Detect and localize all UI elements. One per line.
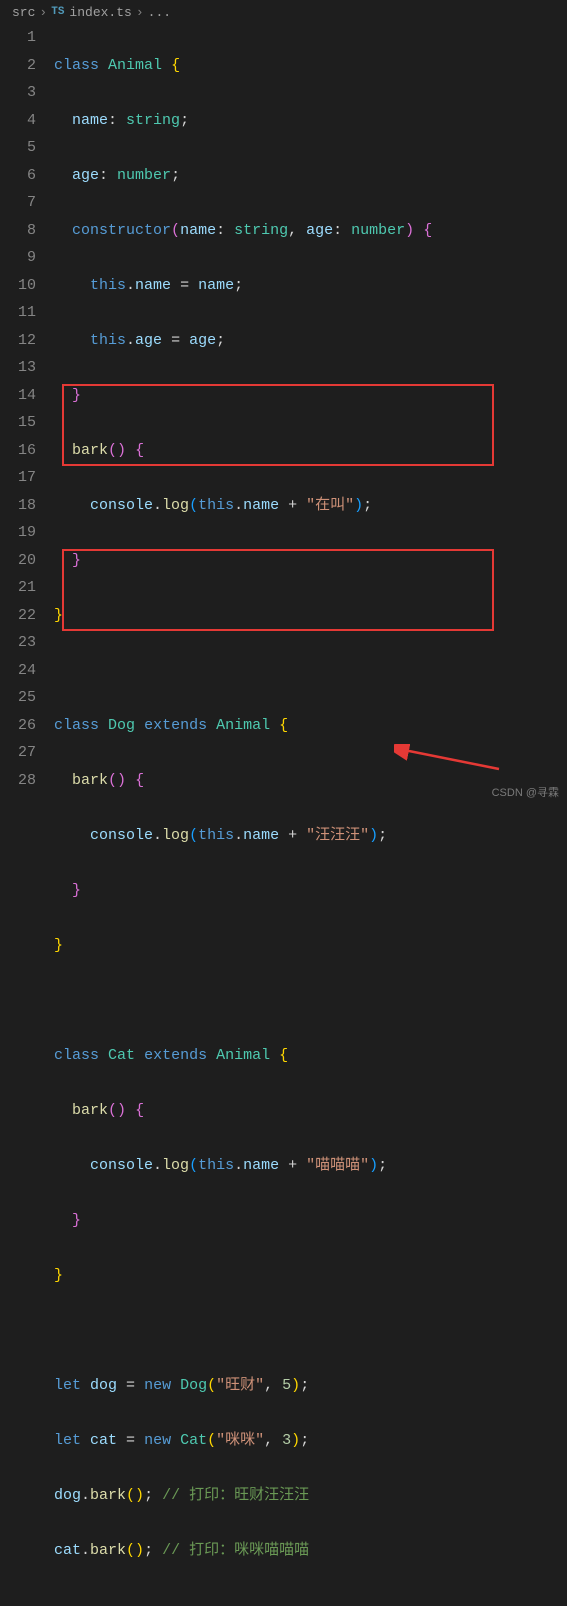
line-number: 5 — [12, 134, 36, 162]
line-number: 27 — [12, 739, 36, 767]
code-line[interactable]: name: string; — [54, 107, 567, 135]
code-line[interactable]: this.name = name; — [54, 272, 567, 300]
line-number: 17 — [12, 464, 36, 492]
code-line[interactable]: class Cat extends Animal { — [54, 1042, 567, 1070]
line-number: 13 — [12, 354, 36, 382]
code-content[interactable]: class Animal { name: string; age: number… — [54, 24, 567, 1606]
chevron-right-icon: › — [136, 5, 144, 20]
line-number: 4 — [12, 107, 36, 135]
code-line[interactable]: this.age = age; — [54, 327, 567, 355]
line-number: 3 — [12, 79, 36, 107]
line-number: 19 — [12, 519, 36, 547]
code-line[interactable]: } — [54, 1262, 567, 1290]
code-line[interactable]: } — [54, 932, 567, 960]
code-line[interactable]: bark() { — [54, 1097, 567, 1125]
breadcrumb-ellipsis[interactable]: ... — [148, 5, 171, 20]
code-line[interactable]: dog.bark(); // 打印：旺财汪汪汪 — [54, 1482, 567, 1510]
line-number: 15 — [12, 409, 36, 437]
line-number: 9 — [12, 244, 36, 272]
code-line[interactable]: bark() { — [54, 767, 567, 795]
code-line[interactable] — [54, 987, 567, 1015]
code-line[interactable]: bark() { — [54, 437, 567, 465]
breadcrumb-folder[interactable]: src — [12, 5, 35, 20]
line-number: 20 — [12, 547, 36, 575]
breadcrumb-file[interactable]: index.ts — [69, 5, 131, 20]
code-line[interactable]: let cat = new Cat("咪咪", 3); — [54, 1427, 567, 1455]
line-number: 7 — [12, 189, 36, 217]
line-number: 11 — [12, 299, 36, 327]
code-line[interactable] — [54, 657, 567, 685]
line-number: 6 — [12, 162, 36, 190]
code-line[interactable]: class Dog extends Animal { — [54, 712, 567, 740]
line-number: 16 — [12, 437, 36, 465]
line-number: 28 — [12, 767, 36, 795]
code-line[interactable]: } — [54, 1207, 567, 1235]
line-number: 12 — [12, 327, 36, 355]
code-editor[interactable]: 1 2 3 4 5 6 7 8 9 10 11 12 13 14 15 16 1… — [0, 24, 567, 1606]
line-number: 24 — [12, 657, 36, 685]
line-number: 22 — [12, 602, 36, 630]
watermark: CSDN @寻霖 — [492, 784, 559, 800]
line-number: 18 — [12, 492, 36, 520]
line-number: 26 — [12, 712, 36, 740]
line-number: 8 — [12, 217, 36, 245]
line-number: 25 — [12, 684, 36, 712]
code-line[interactable]: let dog = new Dog("旺财", 5); — [54, 1372, 567, 1400]
code-line[interactable]: age: number; — [54, 162, 567, 190]
code-line[interactable]: console.log(this.name + "喵喵喵"); — [54, 1152, 567, 1180]
chevron-right-icon: › — [39, 5, 47, 20]
line-number: 23 — [12, 629, 36, 657]
code-line[interactable] — [54, 1317, 567, 1345]
code-line[interactable]: console.log(this.name + "汪汪汪"); — [54, 822, 567, 850]
code-line[interactable]: constructor(name: string, age: number) { — [54, 217, 567, 245]
line-number-gutter: 1 2 3 4 5 6 7 8 9 10 11 12 13 14 15 16 1… — [0, 24, 54, 1606]
line-number: 10 — [12, 272, 36, 300]
line-number: 2 — [12, 52, 36, 80]
code-line[interactable]: cat.bark(); // 打印：咪咪喵喵喵 — [54, 1537, 567, 1565]
code-line[interactable]: } — [54, 382, 567, 410]
line-number: 1 — [12, 24, 36, 52]
code-line[interactable]: } — [54, 602, 567, 630]
code-line[interactable]: class Animal { — [54, 52, 567, 80]
code-line[interactable]: } — [54, 877, 567, 905]
line-number: 14 — [12, 382, 36, 410]
typescript-icon: TS — [51, 6, 64, 18]
code-line[interactable]: } — [54, 547, 567, 575]
code-line[interactable]: console.log(this.name + "在叫"); — [54, 492, 567, 520]
line-number: 21 — [12, 574, 36, 602]
breadcrumb[interactable]: src › TS index.ts › ... — [0, 0, 567, 24]
